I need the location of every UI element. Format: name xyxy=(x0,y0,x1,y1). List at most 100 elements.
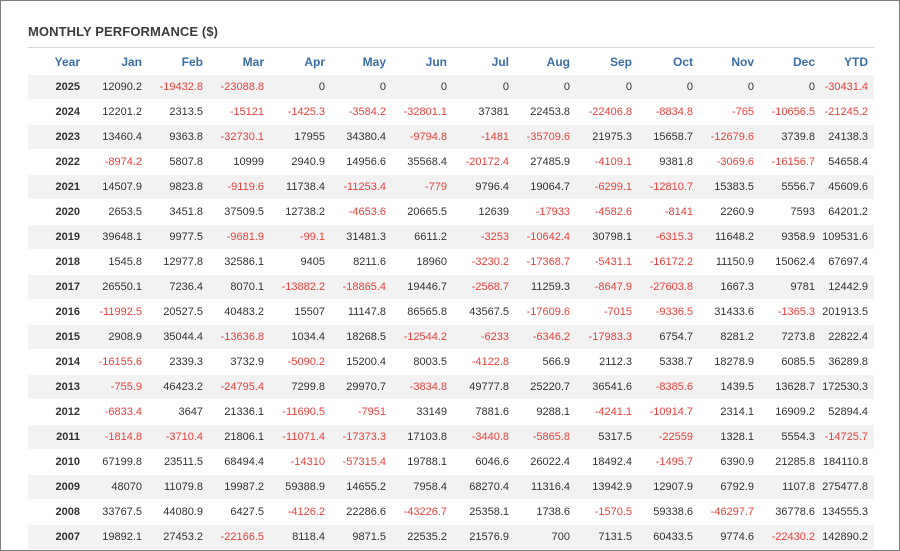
table-row: 2021 14507.9 9823.8 -9119.6 11738.4 -11253.4-… xyxy=(28,174,874,200)
month-cell: 34380.4 xyxy=(331,124,392,150)
year-cell: 2022 xyxy=(28,149,86,175)
month-cell: -15121 xyxy=(209,99,270,125)
month-cell: -3440.8 xyxy=(453,424,515,450)
month-cell: -17933 xyxy=(515,199,576,225)
month-cell: 9358.9 xyxy=(760,224,821,250)
month-cell: -9119.6 xyxy=(209,174,270,200)
month-cell: -17373.3 xyxy=(331,424,392,450)
month-cell: 7131.5 xyxy=(576,524,638,550)
ytd-cell: 52894.4 xyxy=(821,399,874,425)
month-cell: -9336.5 xyxy=(638,299,699,325)
table-row: 2024 12201.2 2313.5 -15121 -1425.3 -3584.2 -32… xyxy=(28,99,874,125)
month-cell: -1365.3 xyxy=(760,299,821,325)
month-cell: 2940.9 xyxy=(270,149,331,175)
month-cell: -13882.2 xyxy=(270,274,331,300)
month-cell: 1328.1 xyxy=(699,424,760,450)
month-cell: 5556.7 xyxy=(760,174,821,200)
month-cell: -3834.8 xyxy=(392,374,453,400)
month-cell: -3710.4 xyxy=(148,424,209,450)
month-cell: 68494.4 xyxy=(209,449,270,475)
month-cell: -12810.7 xyxy=(638,174,699,200)
column-header-may: May xyxy=(331,49,392,75)
month-cell: -32730.1 xyxy=(209,124,270,150)
month-cell: 3732.9 xyxy=(209,349,270,375)
month-cell: 39648.1 xyxy=(86,224,148,250)
month-cell: -19432.8 xyxy=(148,75,209,100)
month-cell: -24795.4 xyxy=(209,374,270,400)
month-cell: 1545.8 xyxy=(86,249,148,275)
month-cell: -6346.2 xyxy=(515,324,576,350)
month-cell: -5090.2 xyxy=(270,349,331,375)
table-row: 2016 -11992.5 20527.5 40483.2 15507 11147.8 86… xyxy=(28,299,874,325)
ytd-cell: 22822.4 xyxy=(821,324,874,350)
month-cell: -46297.7 xyxy=(699,499,760,525)
table-row: 2022 -8974.2 5807.8 10999 2940.9 14956.6 35568… xyxy=(28,149,874,175)
year-cell: 2025 xyxy=(28,75,86,100)
month-cell: 31481.3 xyxy=(331,224,392,250)
column-header-jun: Jun xyxy=(392,49,453,75)
year-cell: 2007 xyxy=(28,524,86,550)
month-cell: 9363.8 xyxy=(148,124,209,150)
month-cell: 5317.5 xyxy=(576,424,638,450)
month-cell: 9977.5 xyxy=(148,224,209,250)
month-cell: 5807.8 xyxy=(148,149,209,175)
table-row: 2008 33767.5 44080.9 6427.5 -4126.2 22286.6 -4… xyxy=(28,499,874,525)
year-cell: 2020 xyxy=(28,199,86,225)
year-cell: 2013 xyxy=(28,374,86,400)
month-cell: 2908.9 xyxy=(86,324,148,350)
month-cell: 20665.5 xyxy=(392,199,453,225)
month-cell: -9794.8 xyxy=(392,124,453,150)
month-cell: -4109.1 xyxy=(576,149,638,175)
month-cell: 0 xyxy=(270,75,331,100)
month-cell: 6085.5 xyxy=(760,349,821,375)
year-cell: 2016 xyxy=(28,299,86,325)
month-cell: 18268.5 xyxy=(331,324,392,350)
month-cell: 6046.6 xyxy=(453,449,515,475)
month-cell: 8003.5 xyxy=(392,349,453,375)
year-cell: 2010 xyxy=(28,449,86,475)
year-cell: 2019 xyxy=(28,224,86,250)
month-cell: 1667.3 xyxy=(699,274,760,300)
month-cell: 14507.9 xyxy=(86,174,148,200)
table-row: 2015 2908.9 35044.4 -13636.8 1034.4 18268.5 -1… xyxy=(28,324,874,350)
month-cell: 35044.4 xyxy=(148,324,209,350)
month-cell: 12738.2 xyxy=(270,199,331,225)
month-cell: 19788.1 xyxy=(392,449,453,475)
month-cell: -6233 xyxy=(453,324,515,350)
month-cell: 1439.5 xyxy=(699,374,760,400)
month-cell: 19064.7 xyxy=(515,174,576,200)
ytd-cell: 54658.4 xyxy=(821,149,874,175)
month-cell: 7593 xyxy=(760,199,821,225)
ytd-cell: 67697.4 xyxy=(821,249,874,275)
year-cell: 2011 xyxy=(28,424,86,450)
month-cell: 37381 xyxy=(453,99,515,125)
month-cell: -1570.5 xyxy=(576,499,638,525)
month-cell: 2313.5 xyxy=(148,99,209,125)
month-cell: 0 xyxy=(760,75,821,100)
month-cell: 23511.5 xyxy=(148,449,209,475)
column-header-dec: Dec xyxy=(760,49,821,75)
year-cell: 2024 xyxy=(28,99,86,125)
month-cell: -3069.6 xyxy=(699,149,760,175)
ytd-cell: -30431.4 xyxy=(821,75,874,100)
month-cell: 15507 xyxy=(270,299,331,325)
month-cell: -16172.2 xyxy=(638,249,699,275)
column-header-jul: Jul xyxy=(453,49,515,75)
month-cell: 9871.5 xyxy=(331,524,392,550)
month-cell: 43567.5 xyxy=(453,299,515,325)
ytd-cell: -21245.2 xyxy=(821,99,874,125)
month-cell: -22166.5 xyxy=(209,524,270,550)
month-cell: 18960 xyxy=(392,249,453,275)
month-cell: 11259.3 xyxy=(515,274,576,300)
table-row: 2023 13460.4 9363.8 -32730.1 17955 34380.4 -97… xyxy=(28,124,874,150)
month-cell: -3230.2 xyxy=(453,249,515,275)
table-row: 2011 -1814.8 -3710.4 21806.1 -11071.4 -17373.… xyxy=(28,424,874,450)
month-cell: 31433.6 xyxy=(699,299,760,325)
month-cell: 9796.4 xyxy=(453,174,515,200)
month-cell: 11147.8 xyxy=(331,299,392,325)
month-cell: 22453.8 xyxy=(515,99,576,125)
month-cell: 13942.9 xyxy=(576,474,638,500)
month-cell: 0 xyxy=(453,75,515,100)
table-row: 2017 26550.1 7236.4 8070.1 -13882.2 -18865.4 1… xyxy=(28,274,874,300)
month-cell: 8118.4 xyxy=(270,524,331,550)
